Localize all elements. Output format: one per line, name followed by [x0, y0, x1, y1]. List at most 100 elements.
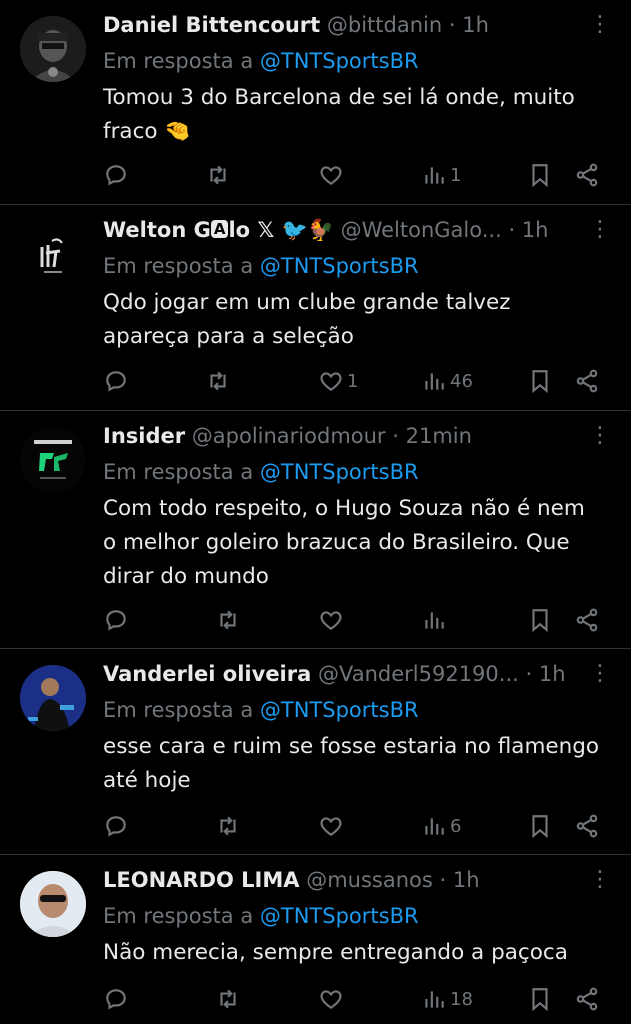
heart-icon	[320, 611, 342, 630]
share-button[interactable]	[574, 603, 600, 637]
avatar[interactable]	[20, 427, 86, 493]
like-button[interactable]	[318, 809, 347, 843]
more-options-icon[interactable]: ⋮	[589, 421, 611, 451]
share-button[interactable]	[574, 982, 600, 1016]
bookmark-button[interactable]	[527, 809, 553, 843]
author-name[interactable]: LEONARDO LIMA	[103, 868, 300, 892]
action-bar: 1	[0, 158, 631, 192]
tweet[interactable]: Welton G Alo 𝕏 🐦🐓 @WeltonGalo... · 1h ⋮ E…	[0, 205, 631, 411]
timestamp[interactable]: · 1h	[526, 662, 566, 686]
author-name[interactable]: Daniel Bittencourt	[103, 13, 320, 37]
views-icon	[425, 991, 444, 1008]
reply-button[interactable]	[103, 158, 129, 192]
timestamp[interactable]: · 21min	[392, 424, 472, 448]
retweet-button[interactable]	[205, 364, 231, 398]
tweet[interactable]: Insider @apolinariodmour · 21min ⋮ Em re…	[0, 411, 631, 649]
views-button[interactable]: 6	[421, 809, 461, 843]
timestamp[interactable]: · 1h	[449, 13, 489, 37]
reply-mention[interactable]: @TNTSportsBR	[260, 49, 419, 73]
reply-mention[interactable]: @TNTSportsBR	[260, 254, 419, 278]
more-options-icon[interactable]: ⋮	[589, 659, 611, 689]
reply-button[interactable]	[103, 364, 129, 398]
author-name-part: Welton G	[103, 218, 211, 242]
bookmark-button[interactable]	[527, 603, 553, 637]
retweet-button[interactable]	[205, 158, 231, 192]
tweet[interactable]: Vanderlei oliveira @Vanderl592190... · 1…	[0, 649, 631, 855]
author-name[interactable]: Insider	[103, 424, 185, 448]
reply-prefix: Em resposta a	[103, 698, 254, 722]
retweet-icon	[220, 610, 236, 630]
bookmark-button[interactable]	[527, 158, 553, 192]
retweet-icon	[220, 816, 236, 836]
share-button[interactable]	[574, 158, 600, 192]
like-count: 1	[347, 370, 359, 392]
author-handle[interactable]: @Vanderl592190...	[318, 662, 519, 686]
views-button[interactable]: 18	[421, 982, 473, 1016]
tweet[interactable]: LEONARDO LIMA @mussanos · 1h ⋮ Em respos…	[0, 855, 631, 1024]
tweet-text: Qdo jogar em um clube grande talvez apar…	[103, 290, 511, 349]
bookmark-icon	[532, 988, 548, 1012]
like-button[interactable]: 1	[318, 364, 358, 398]
views-icon	[425, 818, 444, 835]
retweet-icon	[210, 165, 226, 185]
tweet-text: Tomou 3 do Barcelona de sei lá onde, mui…	[103, 85, 575, 144]
more-options-icon[interactable]: ⋮	[589, 10, 611, 40]
more-options-icon[interactable]: ⋮	[589, 215, 611, 245]
timestamp[interactable]: · 1h	[440, 868, 480, 892]
reply-mention[interactable]: @TNTSportsBR	[260, 460, 419, 484]
share-icon	[576, 163, 598, 187]
timestamp[interactable]: · 1h	[508, 218, 548, 242]
like-button[interactable]	[318, 982, 347, 1016]
tweet[interactable]: Daniel Bittencourt @bittdanin · 1h ⋮ Em …	[0, 0, 631, 205]
share-icon	[576, 369, 598, 393]
tweet-header: Welton G Alo 𝕏 🐦🐓 @WeltonGalo... · 1h ⋮	[103, 215, 611, 245]
tweet-header: Daniel Bittencourt @bittdanin · 1h ⋮	[103, 10, 611, 40]
retweet-button[interactable]	[215, 809, 241, 843]
bookmark-icon	[532, 815, 548, 839]
reply-button[interactable]	[103, 809, 129, 843]
share-button[interactable]	[574, 809, 600, 843]
author-handle[interactable]: @mussanos	[306, 868, 433, 892]
views-button[interactable]: 46	[421, 364, 473, 398]
author-handle[interactable]: @apolinariodmour	[192, 424, 386, 448]
reply-prefix: Em resposta a	[103, 254, 254, 278]
share-icon	[576, 608, 598, 632]
author-name[interactable]: Welton G Alo 𝕏 🐦🐓	[103, 218, 334, 242]
reply-prefix: Em resposta a	[103, 49, 254, 73]
author-handle[interactable]: @bittdanin	[327, 13, 442, 37]
reply-mention[interactable]: @TNTSportsBR	[260, 904, 419, 928]
views-button[interactable]	[421, 603, 450, 637]
bookmark-button[interactable]	[527, 364, 553, 398]
avatar[interactable]	[20, 221, 86, 287]
avatar[interactable]	[20, 16, 86, 82]
reply-icon	[106, 816, 126, 837]
like-button[interactable]	[318, 603, 347, 637]
retweet-button[interactable]	[215, 603, 241, 637]
more-options-icon[interactable]: ⋮	[589, 865, 611, 895]
tweet-header: Insider @apolinariodmour · 21min ⋮	[103, 421, 611, 451]
tweet-text: Não merecia, sempre entregando a paçoca	[103, 940, 568, 965]
avatar[interactable]	[20, 665, 86, 731]
reply-icon	[106, 610, 126, 631]
heart-icon	[320, 817, 342, 836]
views-button[interactable]: 1	[421, 158, 461, 192]
reply-prefix: Em resposta a	[103, 904, 254, 928]
action-bar: 18	[0, 982, 631, 1016]
avatar-image	[20, 665, 86, 731]
views-icon	[425, 612, 444, 629]
share-button[interactable]	[574, 364, 600, 398]
author-name[interactable]: Vanderlei oliveira	[103, 662, 311, 686]
bookmark-button[interactable]	[527, 982, 553, 1016]
author-handle[interactable]: @WeltonGalo...	[341, 218, 502, 242]
avatar[interactable]	[20, 871, 86, 937]
retweet-button[interactable]	[215, 982, 241, 1016]
reply-button[interactable]	[103, 982, 129, 1016]
tweet-header: Vanderlei oliveira @Vanderl592190... · 1…	[103, 659, 611, 689]
reply-button[interactable]	[103, 603, 129, 637]
like-button[interactable]	[318, 158, 347, 192]
reply-icon	[106, 371, 126, 392]
views-icon	[425, 373, 444, 390]
reply-mention[interactable]: @TNTSportsBR	[260, 698, 419, 722]
heart-icon	[320, 372, 342, 391]
heart-icon	[320, 990, 342, 1009]
